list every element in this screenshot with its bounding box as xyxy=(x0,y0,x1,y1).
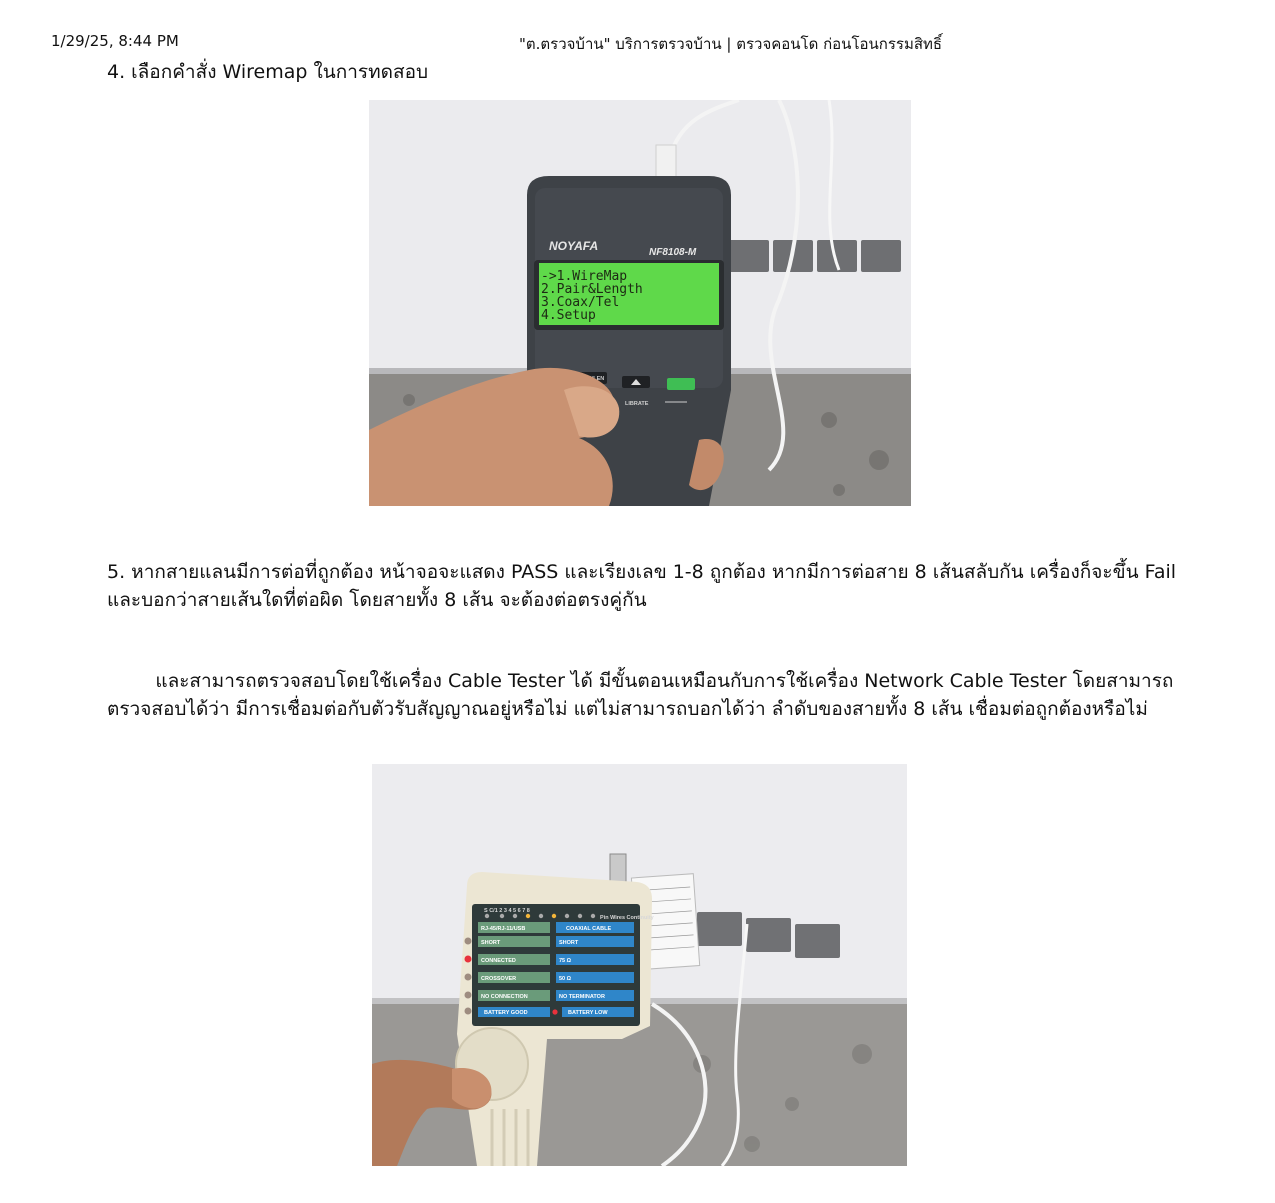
cable-tester-paragraph: และสามารถตรวจสอบโดยใช้เครื่อง Cable Test… xyxy=(107,670,1174,720)
rj45-panel-title: RJ-45/RJ-11/USB xyxy=(481,926,525,932)
pin-continuity-label: Pin Wires Continuity xyxy=(600,915,655,921)
coax-row-50-ohm: 50 Ω xyxy=(559,976,572,982)
photo-cable-tester: S C/1 2 3 4 5 6 7 8 Pin Wires Continuity… xyxy=(372,764,907,1166)
coax-row-no-terminator: NO TERMINATOR xyxy=(559,994,605,1000)
header-datetime: 1/29/25, 8:44 PM xyxy=(51,32,179,50)
step4-text: 4. เลือกคำสั่ง Wiremap ในการทดสอบ xyxy=(107,61,429,83)
battery-low-label: BATTERY LOW xyxy=(568,1010,608,1016)
coax-row-short: SHORT xyxy=(559,940,579,946)
device-brand-label: NOYAFA xyxy=(549,239,598,253)
calibrate-label: LIBRATE xyxy=(625,401,649,407)
power-key-icon xyxy=(667,378,695,390)
step5-text: 5. หากสายแลนมีการต่อที่ถูกต้อง หน้าจอจะแ… xyxy=(107,561,1177,611)
battery-good-label: BATTERY GOOD xyxy=(484,1010,528,1016)
pin-numbers-label: S C/1 2 3 4 5 6 7 8 xyxy=(484,908,530,914)
header-page-title: "ต.ตรวจบ้าน" บริการตรวจบ้าน | ตรวจคอนโด … xyxy=(519,35,943,53)
lcd-menu-item-4: 4.Setup xyxy=(541,308,596,323)
coax-row-75-ohm: 75 Ω xyxy=(559,958,572,964)
connected-led-icon xyxy=(464,955,472,963)
coax-panel-title: COAXIAL CABLE xyxy=(566,926,611,932)
rj45-row-crossover: CROSSOVER xyxy=(481,976,516,982)
rj45-row-no-connection: NO CONNECTION xyxy=(481,994,528,1000)
device-model-label: NF8108-M xyxy=(649,247,697,258)
rj45-row-short: SHORT xyxy=(481,940,501,946)
rj45-row-connected: CONNECTED xyxy=(481,958,516,964)
photo-network-cable-tester: NOYAFA NF8108-M ->1.WireMap 2.Pair&Lengt… xyxy=(369,100,911,506)
